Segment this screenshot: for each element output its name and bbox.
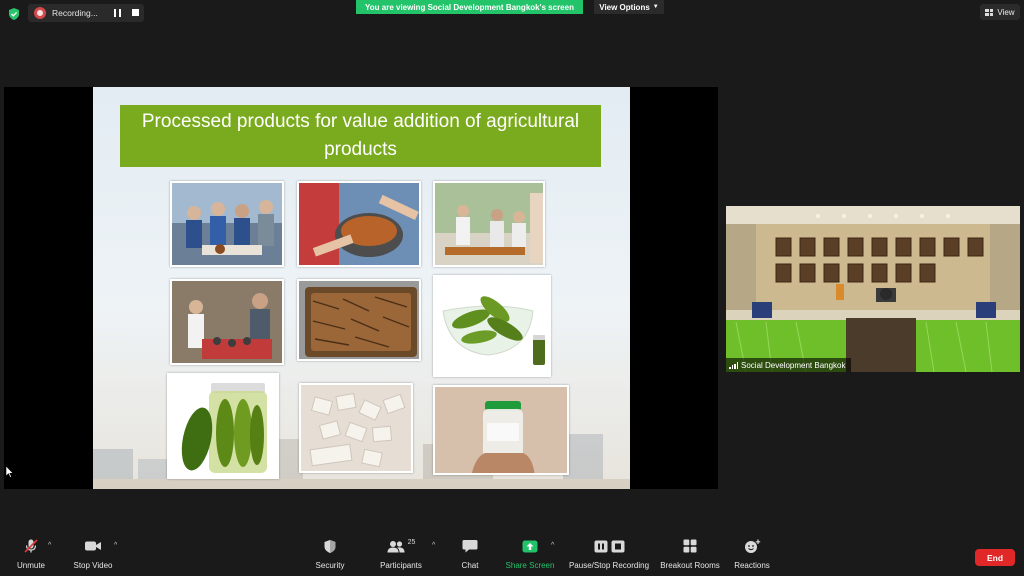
muted-microphone-icon <box>24 539 38 553</box>
view-options-button[interactable]: View Options ▼ <box>594 0 664 14</box>
share-screen-label: Share Screen <box>505 561 555 570</box>
photo-mixing-bowl <box>297 181 421 267</box>
share-screen-icon <box>522 540 538 552</box>
participant-name: Social Development Bangkok <box>741 360 846 370</box>
presentation-slide: Processed products for value addition of… <box>93 87 630 489</box>
chat-label: Chat <box>461 561 479 570</box>
grid-view-icon <box>985 8 994 16</box>
participant-video[interactable]: Social Development Bangkok <box>726 206 1020 372</box>
meeting-toolbar: Unmute ^ Stop Video ^ Security 25 Partic… <box>0 533 1024 576</box>
smiley-plus-icon <box>744 539 760 553</box>
photo-pickle-jar <box>167 373 279 479</box>
viewing-screen-banner: You are viewing Social Development Bangk… <box>356 0 583 14</box>
view-options-label: View Options <box>599 2 650 12</box>
photo-dried-product-tray <box>297 279 421 361</box>
unmute-button[interactable]: Unmute <box>10 533 52 576</box>
zoom-meeting-window: Recording... You are viewing Social Deve… <box>0 0 1024 576</box>
signal-strength-icon <box>729 361 738 369</box>
participants-icon <box>387 540 405 552</box>
shield-icon <box>324 539 336 553</box>
photo-jar-in-hand <box>433 385 569 475</box>
recording-indicator: Recording... <box>28 4 144 22</box>
participants-caret-icon[interactable]: ^ <box>432 542 435 549</box>
pause-stop-recording-label: Pause/Stop Recording <box>568 561 650 570</box>
photo-white-radish-cubes <box>299 383 413 473</box>
video-options-caret-icon[interactable]: ^ <box>114 542 117 549</box>
chevron-down-icon: ▼ <box>652 4 659 10</box>
breakout-rooms-icon <box>683 539 697 553</box>
stop-video-label: Stop Video <box>73 561 113 570</box>
view-button[interactable]: View <box>980 4 1020 20</box>
unmute-label: Unmute <box>16 561 45 570</box>
stop-recording-icon <box>611 540 624 552</box>
share-screen-button[interactable]: Share Screen <box>503 533 557 576</box>
view-label: View <box>997 7 1015 17</box>
breakout-rooms-label: Breakout Rooms <box>660 561 720 570</box>
recording-icon <box>34 7 46 19</box>
security-shield-icon[interactable] <box>7 7 21 21</box>
recording-label: Recording... <box>52 8 98 18</box>
reactions-label: Reactions <box>734 561 770 570</box>
shared-screen: Processed products for value addition of… <box>4 87 718 489</box>
participants-count: 25 <box>407 539 416 546</box>
security-label: Security <box>315 561 345 570</box>
pause-recording-icon[interactable] <box>114 9 121 17</box>
slide-title: Processed products for value addition of… <box>120 105 601 167</box>
stop-video-button[interactable]: Stop Video <box>68 533 118 576</box>
stop-recording-icon[interactable] <box>132 9 139 16</box>
photo-students-cooking <box>170 181 284 267</box>
audio-options-caret-icon[interactable]: ^ <box>48 542 51 549</box>
breakout-rooms-button[interactable]: Breakout Rooms <box>658 533 722 576</box>
conference-room-image <box>726 206 1020 372</box>
pause-stop-recording-button[interactable]: Pause/Stop Recording <box>566 533 652 576</box>
chat-button[interactable]: Chat <box>454 533 486 576</box>
photo-pickled-cucumbers-bowl <box>433 275 551 377</box>
end-meeting-button[interactable]: End <box>975 549 1015 566</box>
security-button[interactable]: Security <box>310 533 350 576</box>
chat-bubble-icon <box>462 540 478 553</box>
participants-button[interactable]: 25 Participants <box>376 533 426 576</box>
participant-name-label: Social Development Bangkok <box>726 358 851 372</box>
photo-food-stall <box>170 279 284 365</box>
video-camera-icon <box>85 541 101 551</box>
share-options-caret-icon[interactable]: ^ <box>551 542 554 549</box>
mouse-cursor-icon <box>6 466 14 478</box>
reactions-button[interactable]: Reactions <box>730 533 774 576</box>
participants-label: Participants <box>380 561 422 570</box>
pause-recording-icon <box>594 540 607 552</box>
photo-group-kitchen <box>433 181 545 267</box>
